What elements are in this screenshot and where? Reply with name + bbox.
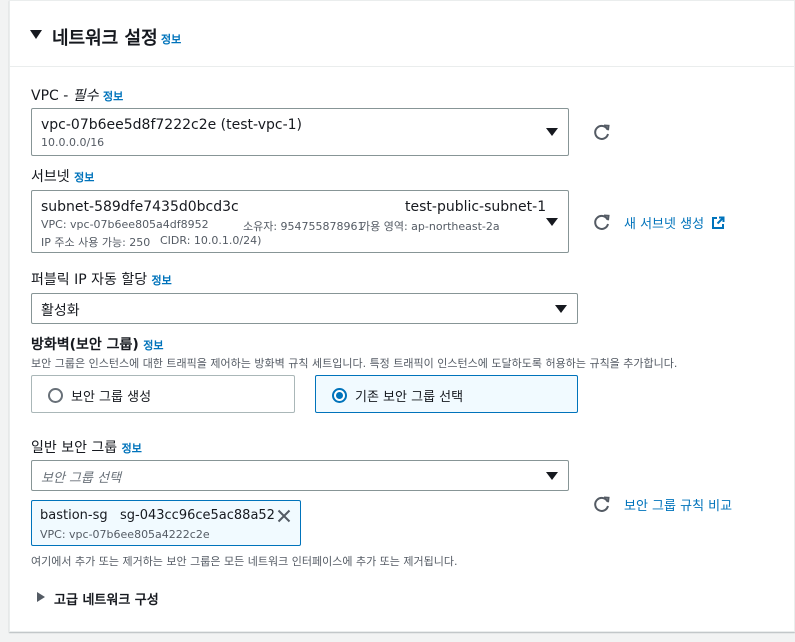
security-group-note: 여기에서 추가 또는 제거하는 보안 그룹은 모든 네트워크 인터페이스에 추가…: [31, 555, 458, 568]
info-link[interactable]: 정보: [161, 31, 181, 47]
token-id: sg-043cc96ce5ac88a52: [120, 508, 275, 523]
subnet-label: 서브넷 정보: [31, 166, 94, 186]
subnet-cidr: CIDR: 10.0.1.0/24): [160, 234, 262, 247]
panel-title: 네트워크 설정: [52, 28, 158, 49]
subnet-info-link[interactable]: 정보: [74, 171, 94, 184]
firewall-description: 보안 그룹은 인스턴스에 대한 트래픽을 제어하는 방화벽 규칙 세트입니다. …: [31, 357, 678, 370]
create-security-group-label: 보안 그룹 생성: [71, 390, 152, 405]
public-ip-label-text: 퍼블릭 IP 자동 할당: [31, 272, 148, 288]
subnet-vpc: VPC: vpc-07b6ee805a4df8952: [41, 218, 209, 231]
subnet-az: 가용 영역: ap-northeast-2a: [360, 220, 500, 233]
subnet-available-ips: IP 주소 사용 가능: 250: [41, 236, 151, 249]
chevron-down-icon: [555, 304, 567, 313]
advanced-network-config-toggle[interactable]: 고급 네트워크 구성: [54, 589, 159, 608]
select-existing-security-group-label: 기존 보안 그룹 선택: [355, 390, 464, 405]
radio-button-selected[interactable]: [332, 388, 347, 403]
refresh-icon[interactable]: [592, 212, 612, 232]
chevron-down-icon: [546, 128, 558, 136]
vpc-required: 필수: [72, 88, 99, 104]
security-group-token: bastion-sg sg-043cc96ce5ac88a52 VPC: vpc…: [31, 500, 301, 546]
caret-down-icon[interactable]: [30, 30, 42, 39]
network-settings-panel: 네트워크 설정 정보 VPC - 필수 정보 vpc-07b6ee5d8f722…: [9, 0, 795, 632]
chevron-down-icon: [546, 217, 558, 226]
external-link-icon: [712, 216, 725, 229]
firewall-label: 방화벽(보안 그룹) 정보: [31, 334, 164, 354]
subnet-select[interactable]: subnet-589dfe7435d0bcd3c test-public-sub…: [31, 190, 569, 253]
subnet-label-text: 서브넷: [31, 169, 70, 185]
close-icon[interactable]: [277, 509, 291, 523]
subnet-id: subnet-589dfe7435d0bcd3c: [41, 199, 239, 215]
create-subnet-label: 새 서브넷 생성: [624, 217, 705, 232]
security-group-select[interactable]: 보안 그룹 선택: [31, 460, 569, 491]
vpc-value: vpc-07b6ee5d8f7222c2e (test-vpc-1): [41, 117, 302, 133]
security-groups-label-text: 일반 보안 그룹: [31, 440, 118, 456]
subnet-owner: 소유자: 954755878961: [243, 220, 365, 233]
security-groups-label: 일반 보안 그룹 정보: [31, 437, 142, 457]
security-groups-info-link[interactable]: 정보: [122, 442, 142, 455]
panel-header[interactable]: 네트워크 설정 정보: [10, 1, 794, 67]
public-ip-label: 퍼블릭 IP 자동 할당 정보: [31, 269, 172, 289]
subnet-name: test-public-subnet-1: [405, 199, 547, 215]
radio-button[interactable]: [48, 388, 63, 403]
public-ip-select[interactable]: 활성화: [31, 293, 578, 324]
vpc-label: VPC - 필수 정보: [31, 85, 123, 105]
token-vpc: VPC: vpc-07b6ee805a4222c2e: [40, 528, 210, 541]
token-name: bastion-sg: [40, 508, 108, 523]
firewall-label-text: 방화벽(보안 그룹): [31, 337, 139, 353]
caret-right-icon[interactable]: [37, 592, 45, 602]
refresh-icon[interactable]: [592, 122, 612, 142]
vpc-label-text: VPC -: [31, 88, 73, 104]
compare-security-group-rules-link[interactable]: 보안 그룹 규칙 비교: [624, 495, 732, 514]
vpc-select[interactable]: vpc-07b6ee5d8f7222c2e (test-vpc-1) 10.0.…: [31, 108, 569, 156]
security-group-placeholder: 보안 그룹 선택: [41, 471, 122, 486]
select-existing-security-group-option[interactable]: 기존 보안 그룹 선택: [315, 375, 578, 413]
chevron-down-icon: [546, 471, 558, 480]
firewall-info-link[interactable]: 정보: [143, 339, 163, 352]
vpc-info-link[interactable]: 정보: [103, 90, 123, 103]
public-ip-info-link[interactable]: 정보: [152, 274, 172, 287]
create-subnet-link[interactable]: 새 서브넷 생성: [624, 213, 725, 232]
vpc-cidr: 10.0.0.0/16: [41, 136, 105, 149]
refresh-icon[interactable]: [592, 494, 612, 514]
create-security-group-option[interactable]: 보안 그룹 생성: [31, 375, 295, 413]
public-ip-value: 활성화: [41, 303, 80, 319]
